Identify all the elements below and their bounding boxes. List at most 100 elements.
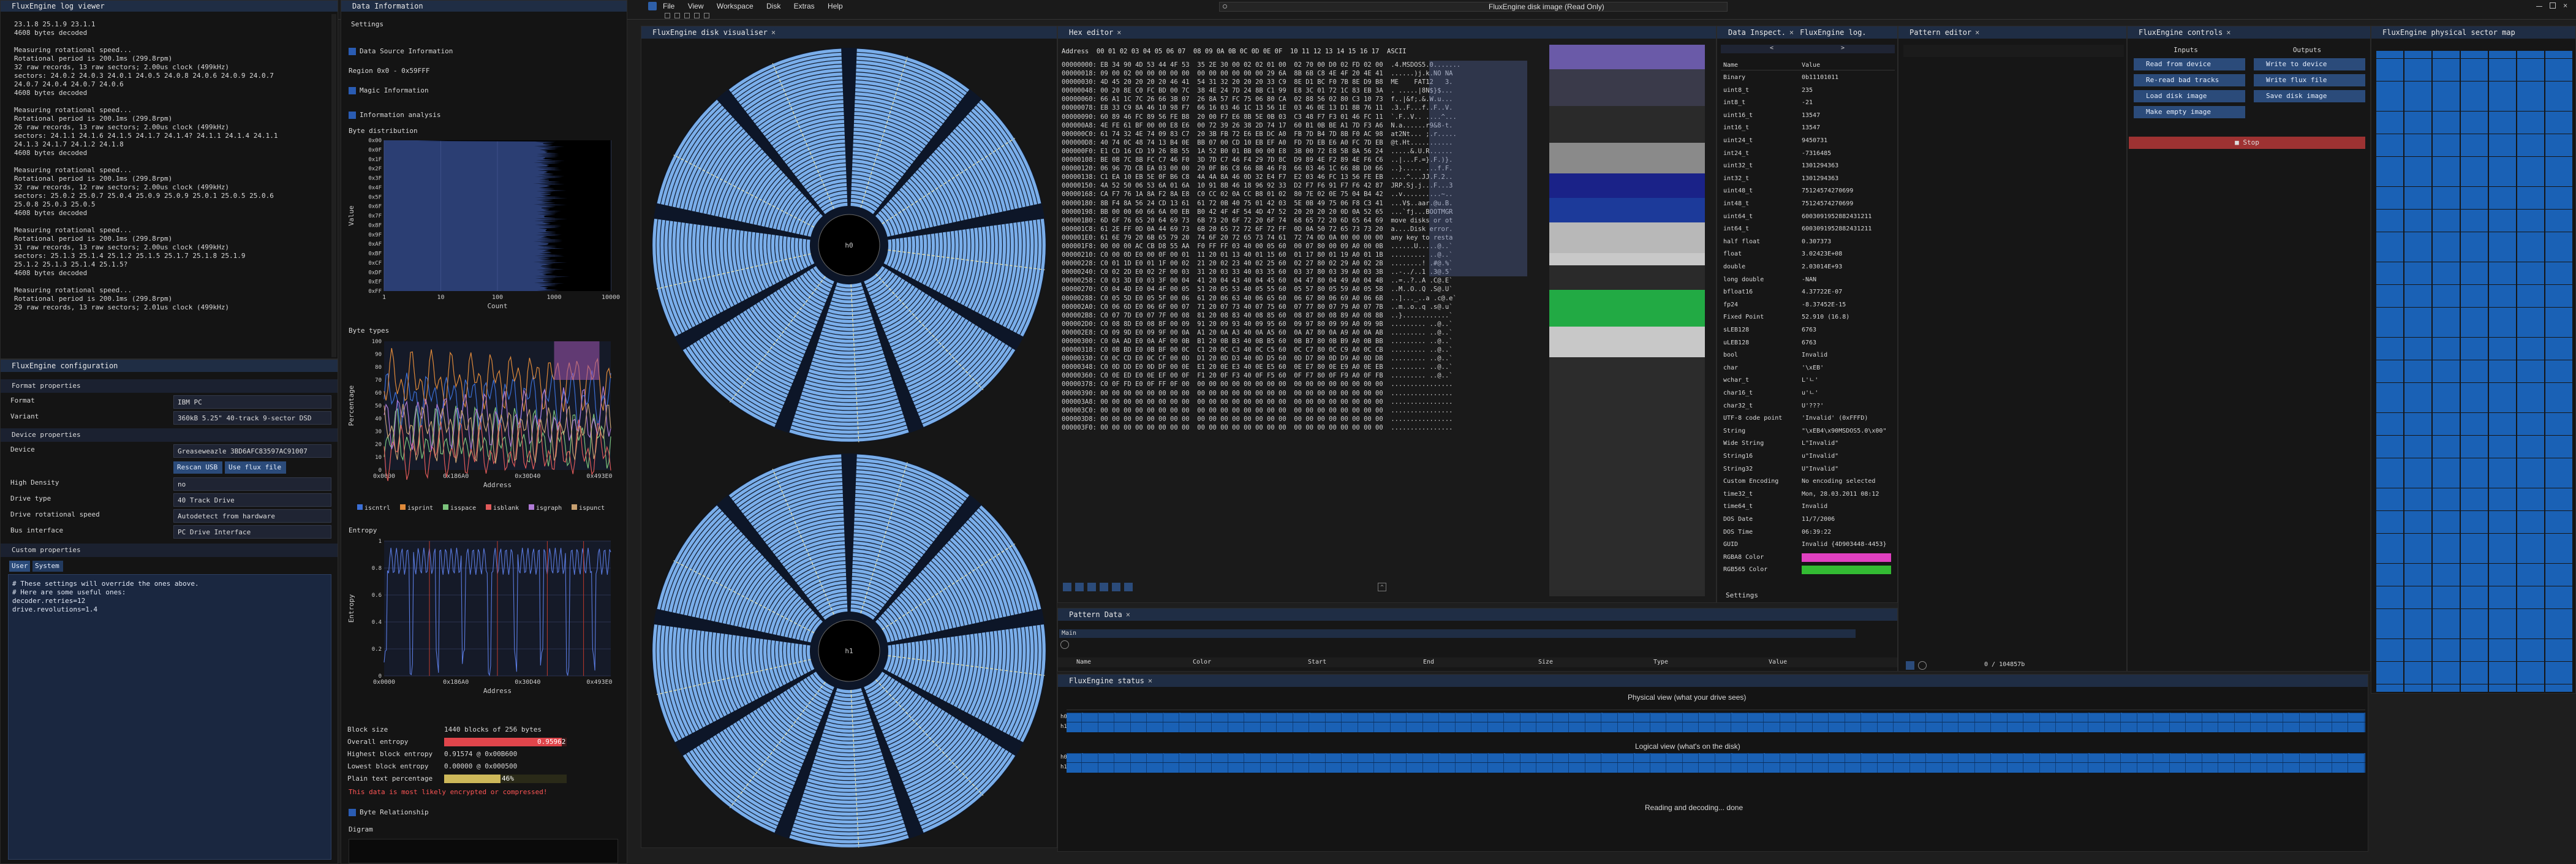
sector-cell[interactable]	[2461, 202, 2488, 210]
hex-row[interactable]: 00000348: C0 0D DD E0 0D DF 00 0E E1 20 …	[1062, 363, 1533, 371]
sector-cell[interactable]	[2489, 398, 2516, 406]
sector-cell[interactable]	[2404, 375, 2431, 383]
sector-cell[interactable]	[2461, 540, 2488, 548]
track-cell[interactable]	[1261, 753, 1277, 773]
sector-cell[interactable]	[2433, 360, 2460, 368]
sector-cell[interactable]	[2461, 232, 2488, 240]
track-cell[interactable]	[2235, 753, 2251, 773]
sector-cell[interactable]	[2433, 601, 2460, 609]
sector-cell[interactable]	[2433, 96, 2460, 104]
sector-cell[interactable]	[2489, 330, 2516, 338]
sector-cell[interactable]	[2433, 412, 2460, 420]
sector-cell[interactable]	[2489, 367, 2516, 375]
sector-cell[interactable]	[2461, 571, 2488, 578]
track-cell[interactable]	[1764, 753, 1780, 773]
sector-cell[interactable]	[2545, 247, 2572, 255]
sector-cell[interactable]	[2461, 141, 2488, 149]
sector-cell[interactable]	[2461, 526, 2488, 534]
sector-cell[interactable]	[2461, 639, 2488, 646]
sector-cell[interactable]	[2489, 111, 2516, 119]
sector-cell[interactable]	[2461, 398, 2488, 406]
sector-cell[interactable]	[2461, 262, 2488, 270]
track-cell[interactable]	[1489, 753, 1504, 773]
track-cell[interactable]	[1310, 713, 1326, 732]
sector-cell[interactable]	[2461, 345, 2488, 352]
sector-cell[interactable]	[2404, 270, 2431, 277]
inspector-row[interactable]: long double -NAN	[1721, 274, 1895, 286]
sector-cell[interactable]	[2461, 179, 2488, 187]
inspector-row[interactable]: Wide String L"Invalid"	[1721, 438, 1895, 450]
inspector-row[interactable]: sLEB128 6763	[1721, 324, 1895, 336]
hex-row[interactable]: 00000318: C0 0B BD E0 0B BF 00 0C C1 20 …	[1062, 346, 1533, 354]
sector-cell[interactable]	[2404, 624, 2431, 632]
sector-cell[interactable]	[2517, 74, 2544, 81]
sector-cell[interactable]	[2461, 435, 2488, 443]
sector-cell[interactable]	[2376, 126, 2403, 134]
sector-cell[interactable]	[2489, 209, 2516, 217]
track-cell[interactable]	[1781, 713, 1796, 732]
sector-cell[interactable]	[2404, 428, 2431, 436]
save-icon[interactable]	[704, 13, 709, 18]
sector-cell[interactable]	[2376, 81, 2403, 89]
sector-cell[interactable]	[2404, 631, 2431, 639]
col-type[interactable]: Type	[1653, 657, 1668, 667]
sector-cell[interactable]	[2376, 390, 2403, 398]
sector-cell[interactable]	[2545, 277, 2572, 285]
sector-cell[interactable]	[2517, 563, 2544, 571]
sector-cell[interactable]	[2404, 314, 2431, 322]
sector-cell[interactable]	[2404, 126, 2431, 134]
physical-track-map[interactable]	[1067, 713, 2365, 732]
inspector-row[interactable]: int16_t 13547	[1721, 122, 1895, 134]
track-cell[interactable]	[1894, 753, 1910, 773]
sector-cell[interactable]	[2489, 593, 2516, 601]
grid-icon[interactable]	[1124, 583, 1133, 591]
track-cell[interactable]	[2300, 713, 2316, 732]
sector-cell[interactable]	[2461, 134, 2488, 142]
sector-cell[interactable]	[2376, 646, 2403, 654]
sector-cell[interactable]	[2489, 646, 2516, 654]
sector-cell[interactable]	[2545, 390, 2572, 398]
track-cell[interactable]	[1667, 753, 1683, 773]
sector-cell[interactable]	[2489, 74, 2516, 81]
track-cell[interactable]	[1846, 753, 1861, 773]
sector-cell[interactable]	[2376, 307, 2403, 315]
close-tab-icon[interactable]: ×	[1789, 28, 1794, 37]
sector-cell[interactable]	[2517, 88, 2544, 96]
sector-cell[interactable]	[2433, 156, 2460, 164]
sector-cell[interactable]	[2433, 134, 2460, 142]
close-tab-icon[interactable]: ×	[2226, 28, 2230, 37]
sector-cell[interactable]	[2376, 503, 2403, 511]
track-cell[interactable]	[2268, 713, 2283, 732]
track-cell[interactable]	[1554, 753, 1569, 773]
sector-cell[interactable]	[2433, 209, 2460, 217]
sector-cell[interactable]	[2404, 164, 2431, 172]
track-cell[interactable]	[1067, 713, 1082, 732]
sector-cell[interactable]	[2545, 398, 2572, 406]
sector-cell[interactable]	[2461, 164, 2488, 172]
sector-cell[interactable]	[2517, 186, 2544, 194]
sector-cell[interactable]	[2545, 556, 2572, 564]
data-source-row[interactable]: Data Source Information	[341, 45, 627, 58]
sector-cell[interactable]	[2461, 360, 2488, 368]
track-cell[interactable]	[1067, 753, 1082, 773]
inspector-row[interactable]: float 3.02423E+08	[1721, 248, 1895, 260]
sector-cell[interactable]	[2545, 563, 2572, 571]
sector-cell[interactable]	[2517, 435, 2544, 443]
sector-cell[interactable]	[2404, 179, 2431, 187]
read-from-device-button[interactable]: Read from device	[2134, 58, 2245, 70]
sector-cell[interactable]	[2461, 450, 2488, 458]
sector-cell[interactable]	[2404, 307, 2431, 315]
sector-cell[interactable]	[2517, 510, 2544, 518]
sector-cell[interactable]	[2489, 676, 2516, 684]
track-cell[interactable]	[1537, 753, 1553, 773]
sector-cell[interactable]	[2376, 496, 2403, 503]
sector-cell[interactable]	[2489, 292, 2516, 300]
sector-cell[interactable]	[2489, 134, 2516, 142]
sector-cell[interactable]	[2376, 586, 2403, 594]
inspector-row[interactable]: wchar_t L'ㄴ'	[1721, 374, 1895, 387]
menu-view[interactable]: View	[688, 2, 704, 10]
sector-cell[interactable]	[2461, 480, 2488, 488]
custom-properties-editor[interactable]: # These settings will override the ones …	[8, 574, 331, 860]
sector-cell[interactable]	[2461, 586, 2488, 594]
sector-cell[interactable]	[2489, 88, 2516, 96]
